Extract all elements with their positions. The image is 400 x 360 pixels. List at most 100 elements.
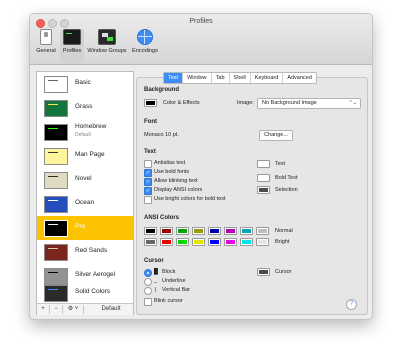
ansi-normal-color-well-2[interactable] (176, 227, 189, 235)
change-font-button[interactable]: Change... (259, 130, 293, 141)
titlebar: Profiles General Profiles Window Groups (30, 14, 372, 65)
ansi-bright-color-well-5[interactable] (224, 238, 237, 246)
default-profile-button[interactable]: Default (91, 305, 131, 314)
ansi-bright-label: Bright (275, 239, 290, 245)
tab-advanced[interactable]: Advanced (283, 73, 315, 83)
bold-fonts-checkbox[interactable]: ✓ (144, 169, 152, 177)
ansi-bright-color-swatch (226, 240, 235, 244)
cursor-vertical-bar-radio[interactable] (144, 287, 152, 295)
cursor-vertical-bar-glyph: | (155, 287, 157, 293)
cursor-color-swatch (259, 270, 268, 274)
font-value: Monaco 10 pt. (144, 132, 179, 138)
ansi-colors-checkbox[interactable]: ✓ (144, 187, 152, 195)
terminal-icon (63, 29, 81, 45)
toolbar-encodings-label: Encodings (132, 48, 158, 54)
ansi-bright-color-swatch (162, 240, 171, 244)
profile-red-sands[interactable]: Red Sands (37, 240, 133, 264)
ansi-bright-color-well-1[interactable] (160, 238, 173, 246)
selection-color-well[interactable] (257, 186, 270, 194)
text-heading: Text (144, 149, 156, 155)
ansi-colors-label: Display ANSI colors (154, 187, 203, 193)
blinking-text-checkbox[interactable]: ✓ (144, 178, 152, 186)
blink-cursor-checkbox[interactable] (144, 298, 152, 306)
profile-action-menu[interactable]: ⚙ ˅ (63, 305, 84, 314)
ansi-normal-color-well-1[interactable] (160, 227, 173, 235)
tab-window[interactable]: Window (183, 73, 212, 83)
tab-tab[interactable]: Tab (212, 73, 230, 83)
ansi-normal-color-well-0[interactable] (144, 227, 157, 235)
profile-name: Homebrew (75, 123, 107, 130)
antialias-checkbox[interactable] (144, 160, 152, 168)
ansi-normal-color-well-4[interactable] (208, 227, 221, 235)
text-color-label: Text (275, 161, 286, 167)
ansi-bright-color-well-6[interactable] (240, 238, 253, 246)
remove-profile-button[interactable]: − (50, 305, 63, 314)
tab-keyboard[interactable]: Keyboard (251, 73, 284, 83)
bold-fonts-label: Use bold fonts (154, 169, 190, 175)
ansi-normal-color-swatch (242, 229, 251, 233)
text-color-well[interactable] (257, 160, 270, 168)
window-groups-icon (98, 29, 116, 45)
ansi-bright-color-well-3[interactable] (192, 238, 205, 246)
profile-homebrew[interactable]: Homebrew Default (37, 120, 133, 144)
background-color-swatch (146, 101, 155, 105)
toolbar-window-groups[interactable]: Window Groups (87, 29, 127, 63)
toolbar-profiles[interactable]: Profiles (60, 29, 84, 63)
bright-bold-label: Use bright colors for bold text (154, 196, 226, 202)
profile-solid-colors[interactable]: Solid Colors (37, 282, 133, 303)
ansi-bright-color-well-0[interactable] (144, 238, 157, 246)
cursor-underline-label: Underline (162, 278, 186, 284)
cursor-block-glyph: █ (154, 269, 158, 275)
background-image-popup[interactable]: No Background Image ⌃⌄ (257, 98, 361, 109)
profile-thumbnail (44, 196, 68, 213)
profile-grass[interactable]: Grass (37, 96, 133, 120)
window-title: Profiles (189, 18, 213, 25)
bold-text-color-well[interactable] (257, 174, 270, 182)
profile-thumbnail (44, 76, 68, 93)
cursor-underline-radio[interactable] (144, 278, 152, 286)
cursor-heading: Cursor (144, 258, 164, 264)
switch-icon (40, 29, 52, 45)
color-effects-label: Color & Effects (163, 100, 200, 106)
profile-list-footer: + − ⚙ ˅ Default (37, 303, 133, 315)
cursor-block-radio[interactable] (144, 269, 152, 277)
toolbar-general[interactable]: General (34, 29, 58, 63)
background-color-well[interactable] (144, 99, 157, 107)
profile-name: Silver Aerogel (75, 271, 116, 278)
tab-text[interactable]: Text (164, 73, 184, 83)
profile-name: Basic (75, 79, 91, 86)
ansi-normal-color-well-3[interactable] (192, 227, 205, 235)
blink-cursor-label: Blink cursor (154, 298, 183, 304)
profile-novel[interactable]: Novel (37, 168, 133, 192)
ansi-normal-color-well-6[interactable] (240, 227, 253, 235)
profile-name: Red Sands (75, 247, 108, 254)
image-label: Image: (237, 100, 254, 106)
cursor-underline-glyph: _ (154, 278, 158, 284)
cursor-color-well[interactable] (257, 268, 270, 276)
ansi-bright-color-swatch (242, 240, 251, 244)
profile-name: Solid Colors (75, 288, 111, 295)
antialias-label: Antialias text (154, 160, 186, 166)
profile-thumbnail (44, 244, 68, 261)
ansi-bright-color-well-7[interactable] (256, 238, 269, 246)
ansi-bright-color-well-4[interactable] (208, 238, 221, 246)
profile-pro[interactable]: Pro (37, 216, 133, 240)
profile-man-page[interactable]: Man Page (37, 144, 133, 168)
bright-bold-checkbox[interactable] (144, 196, 152, 204)
ansi-normal-color-well-5[interactable] (224, 227, 237, 235)
profile-name: Grass (75, 103, 93, 110)
profile-name: Novel (75, 175, 92, 182)
toolbar-encodings[interactable]: Encodings (130, 29, 160, 63)
profile-basic[interactable]: Basic (37, 72, 133, 96)
profile-ocean[interactable]: Ocean (37, 192, 133, 216)
ansi-normal-color-swatch (258, 229, 267, 233)
ansi-normal-label: Normal (275, 228, 293, 234)
profile-name: Pro (75, 223, 86, 230)
globe-icon (137, 29, 153, 45)
add-profile-button[interactable]: + (37, 305, 50, 314)
ansi-normal-color-well-7[interactable] (256, 227, 269, 235)
ansi-bright-color-well-2[interactable] (176, 238, 189, 246)
help-button[interactable]: ? (346, 299, 357, 310)
ansi-bright-color-swatch (258, 240, 267, 244)
tab-shell[interactable]: Shell (230, 73, 251, 83)
